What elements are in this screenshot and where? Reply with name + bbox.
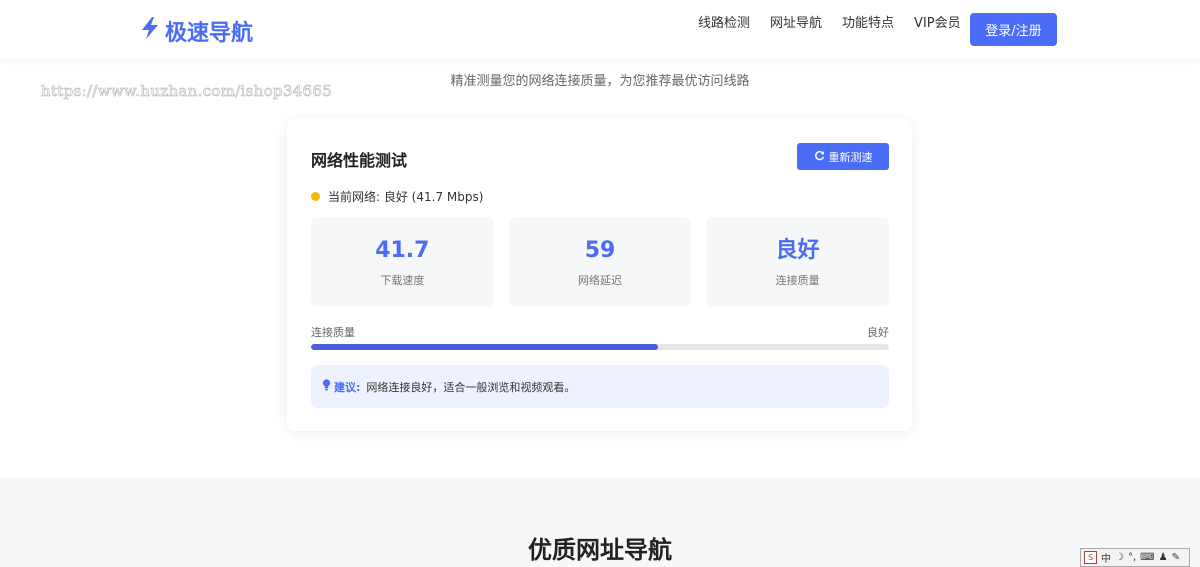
ime-keyboard-icon[interactable]: ⌨ bbox=[1140, 552, 1154, 563]
site-logo[interactable]: 极速导航 bbox=[141, 16, 253, 46]
card-title: 网络性能测试 bbox=[311, 151, 408, 170]
ime-tools-icon[interactable]: ✎ bbox=[1172, 552, 1180, 563]
nav-item-site-nav[interactable]: 网址导航 bbox=[770, 15, 822, 33]
suggestion-text: 网络连接良好，适合一般浏览和视频观看。 bbox=[366, 380, 576, 394]
quality-progress-header: 连接质量 良好 bbox=[311, 324, 889, 340]
logo-text: 极速导航 bbox=[165, 21, 254, 46]
stat-value: 41.7 bbox=[375, 237, 430, 263]
stat-download-speed: 41.7 下载速度 bbox=[311, 217, 494, 306]
suggestion-label: 建议: bbox=[334, 380, 361, 394]
bolt-icon bbox=[141, 17, 159, 45]
refresh-icon bbox=[814, 150, 825, 164]
stat-latency: 59 网络延迟 bbox=[508, 217, 692, 306]
login-register-button[interactable]: 登录/注册 bbox=[970, 13, 1057, 46]
main-nav: 线路检测 网址导航 功能特点 VIP会员 bbox=[698, 15, 961, 33]
retest-label: 重新测速 bbox=[828, 150, 873, 164]
quality-progress-fill bbox=[311, 344, 658, 350]
stat-value: 良好 bbox=[775, 237, 820, 263]
network-status: 当前网络: 良好 (41.7 Mbps) bbox=[311, 188, 483, 205]
section-title: 优质网址导航 bbox=[528, 536, 672, 564]
ime-chinese-toggle[interactable]: 中 bbox=[1101, 550, 1111, 565]
quality-progress-value: 良好 bbox=[867, 326, 889, 339]
ime-moon-icon[interactable]: ☽ bbox=[1115, 552, 1124, 563]
status-dot-icon bbox=[311, 192, 320, 201]
stat-label: 下载速度 bbox=[380, 273, 425, 287]
stat-label: 连接质量 bbox=[775, 273, 820, 287]
nav-item-line-check[interactable]: 线路检测 bbox=[698, 15, 750, 33]
quality-progress-label: 连接质量 bbox=[311, 326, 355, 339]
ime-punctuation-icon[interactable]: °, bbox=[1128, 552, 1136, 563]
ime-toolbar: S 中 ☽ °, ⌨ ♟ ✎ bbox=[1080, 548, 1190, 567]
stat-quality: 良好 连接质量 bbox=[706, 217, 890, 306]
stats-row: 41.7 下载速度 59 网络延迟 良好 连接质量 bbox=[311, 217, 890, 306]
ime-user-icon[interactable]: ♟ bbox=[1159, 552, 1168, 563]
status-text: 当前网络: 良好 (41.7 Mbps) bbox=[328, 190, 484, 204]
ime-logo-icon[interactable]: S bbox=[1084, 551, 1097, 564]
quality-progress-bar bbox=[311, 344, 889, 350]
nav-item-vip[interactable]: VIP会员 bbox=[914, 15, 961, 33]
retest-button[interactable]: 重新测速 bbox=[797, 143, 889, 170]
nav-item-features[interactable]: 功能特点 bbox=[842, 15, 894, 33]
watermark-text: https://www.huzhan.com/ishop34665 bbox=[41, 82, 333, 101]
network-test-card: 网络性能测试 重新测速 当前网络: 良好 (41.7 Mbps) 41.7 下载… bbox=[287, 119, 912, 431]
suggestion-box: 建议: 网络连接良好，适合一般浏览和视频观看。 bbox=[311, 365, 889, 408]
stat-label: 网络延迟 bbox=[578, 273, 622, 287]
lightbulb-icon bbox=[322, 379, 334, 394]
stat-value: 59 bbox=[584, 237, 616, 263]
top-header: 极速导航 线路检测 网址导航 功能特点 VIP会员 登录/注册 bbox=[0, 0, 1200, 59]
